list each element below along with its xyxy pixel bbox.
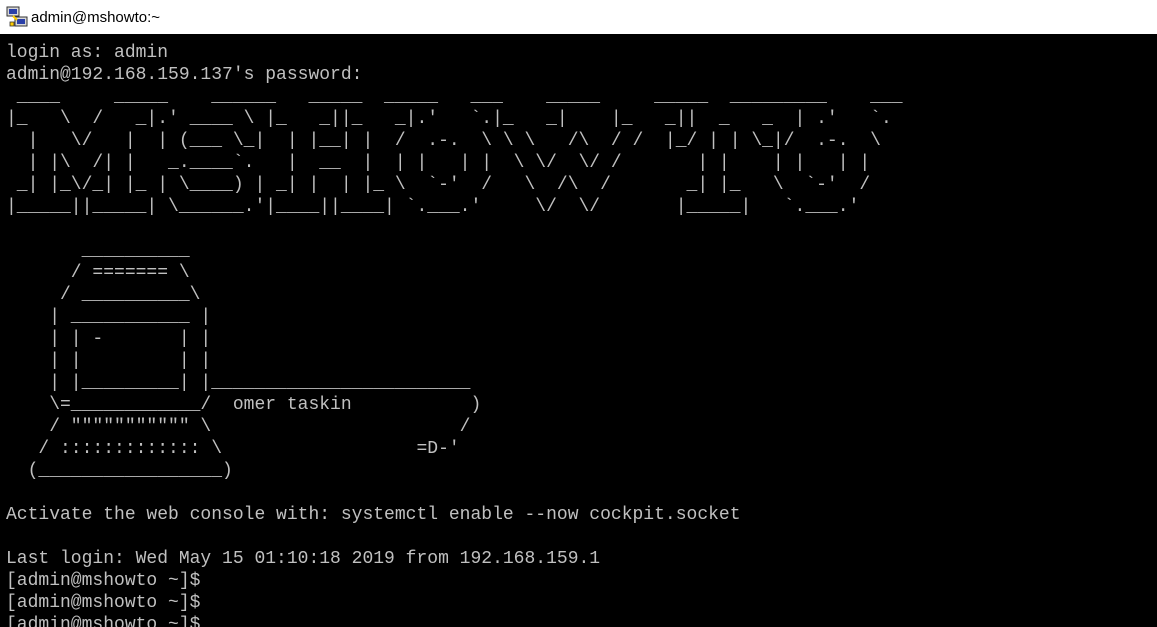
terminal-window: admin@mshowto:~ login as: admin admin@19… bbox=[0, 0, 1157, 627]
terminal-line: ____ _____ ______ _____ _____ ___ _____ … bbox=[6, 87, 903, 107]
terminal-line: _| |_\/_| |_ | \____) | _| | | |_ \ `-' … bbox=[6, 175, 871, 195]
terminal-line: / ======= \ bbox=[6, 263, 190, 283]
terminal-line: | |\ /| | _.____`. | __ | | | | | \ \/ \… bbox=[6, 153, 871, 173]
title-bar[interactable]: admin@mshowto:~ bbox=[0, 0, 1157, 34]
putty-icon[interactable] bbox=[6, 6, 28, 28]
terminal-line: admin@192.168.159.137's password: bbox=[6, 65, 363, 85]
window-title: admin@mshowto:~ bbox=[31, 8, 161, 26]
terminal-line: (_________________) bbox=[6, 461, 233, 481]
terminal-line: | | - | | bbox=[6, 329, 212, 349]
terminal-line: Last login: Wed May 15 01:10:18 2019 fro… bbox=[6, 549, 601, 569]
terminal-line: | | | | bbox=[6, 351, 212, 371]
terminal-line: / ::::::::::::: \ =D-' bbox=[6, 439, 460, 459]
terminal-line: / """"""""""" \ / bbox=[6, 417, 471, 437]
terminal-line: [admin@mshowto ~]$ bbox=[6, 571, 201, 591]
terminal-line: login as: admin bbox=[6, 43, 169, 63]
terminal-output[interactable]: login as: admin admin@192.168.159.137's … bbox=[0, 34, 1157, 627]
terminal-line: / __________\ bbox=[6, 285, 201, 305]
terminal-line: [admin@mshowto ~]$ bbox=[6, 593, 201, 613]
terminal-line: | |_________| |________________________ bbox=[6, 373, 471, 393]
terminal-line: Activate the web console with: systemctl… bbox=[6, 505, 741, 525]
terminal-line: \=____________/ omer taskin ) bbox=[6, 395, 482, 415]
terminal-text: login as: admin admin@192.168.159.137's … bbox=[0, 34, 1157, 627]
terminal-line: |_ \ / _|.' ____ \ |_ _||_ _|.' `.|_ _| … bbox=[6, 109, 892, 129]
terminal-line: | ___________ | bbox=[6, 307, 212, 327]
terminal-line: __________ bbox=[6, 241, 190, 261]
terminal-line: | \/ | | (___ \_| | |__| | / .-. \ \ \ /… bbox=[6, 131, 881, 151]
terminal-line: |_____||_____| \______.'|____||____| `._… bbox=[6, 197, 860, 217]
terminal-line: [admin@mshowto ~]$ bbox=[6, 615, 201, 627]
